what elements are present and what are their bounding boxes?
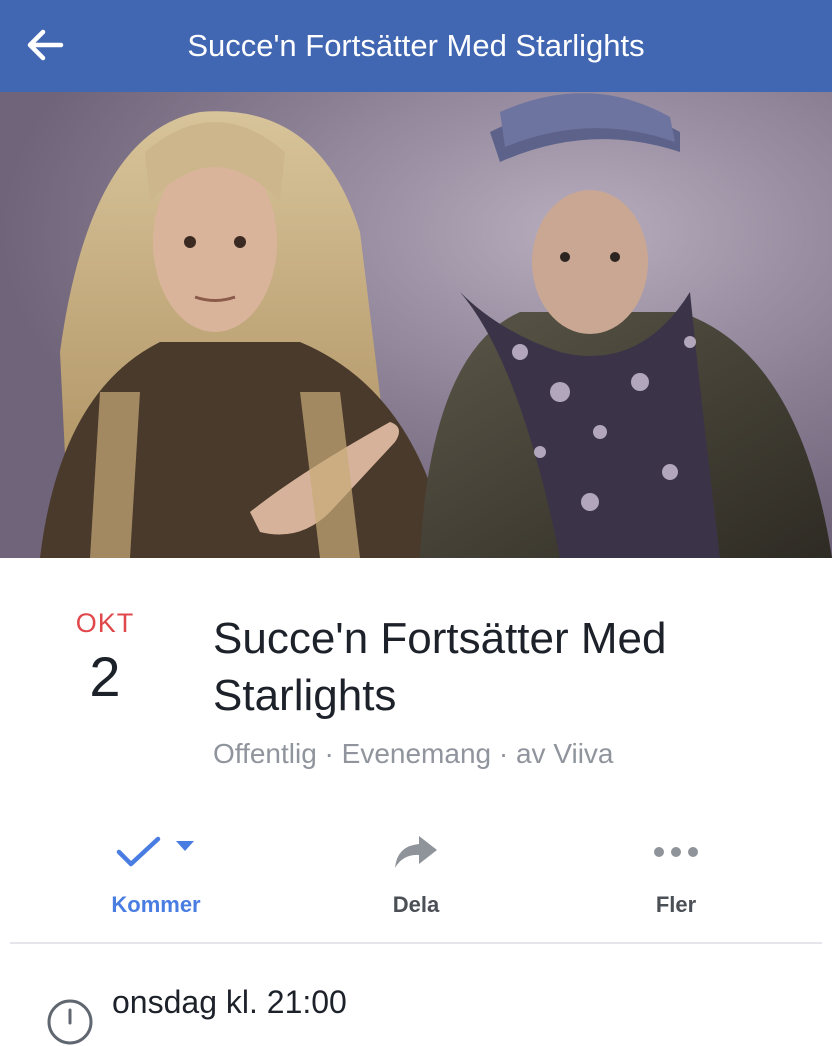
event-actions: Kommer Dela Fler: [0, 818, 832, 942]
share-arrow-icon: [395, 836, 437, 868]
event-date-day: 2: [89, 645, 121, 708]
top-navbar: Succe'n Fortsätter Med Starlights: [0, 0, 832, 92]
cover-photo-illustration: [0, 92, 832, 558]
event-time-text: onsdag kl. 21:00: [112, 984, 347, 1020]
clock-icon: [47, 999, 93, 1045]
checkmark-icon: [116, 836, 161, 867]
share-button[interactable]: Dela: [326, 830, 506, 930]
event-meta[interactable]: Offentlig · Evenemang · av Viiva: [213, 738, 614, 770]
going-button[interactable]: Kommer: [66, 830, 246, 930]
navbar-title: Succe'n Fortsätter Med Starlights: [187, 28, 645, 63]
event-time-row[interactable]: onsdag kl. 21:00: [0, 944, 832, 1045]
going-label: Kommer: [111, 892, 201, 917]
event-title: Succe'n Fortsätter Med Starlights: [213, 614, 667, 720]
caret-down-icon[interactable]: [174, 839, 196, 853]
event-cover-photo[interactable]: [0, 92, 832, 558]
more-dots-icon: [654, 847, 698, 857]
more-button[interactable]: Fler: [586, 830, 766, 930]
event-header: OKT 2 Succe'n Fortsätter Med Starlights …: [0, 558, 832, 818]
share-label: Dela: [392, 892, 440, 917]
more-label: Fler: [655, 892, 697, 917]
event-date-month: OKT: [75, 608, 135, 638]
